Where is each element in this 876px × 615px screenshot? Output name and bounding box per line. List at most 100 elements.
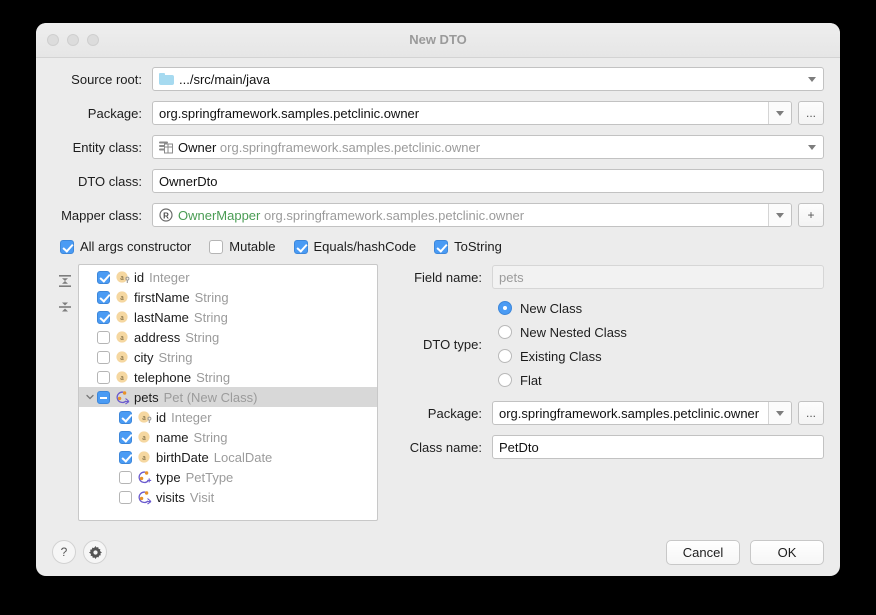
chevron-down-icon bbox=[808, 145, 816, 150]
gear-icon bbox=[89, 546, 102, 559]
tree-row[interactable]: aaddressString bbox=[79, 327, 377, 347]
tree-row-checkbox[interactable] bbox=[119, 491, 132, 504]
package-dropdown-arrow[interactable] bbox=[768, 102, 791, 124]
package-combo[interactable]: org.springframework.samples.petclinic.ow… bbox=[152, 101, 792, 125]
checkbox-all-args-constructor[interactable] bbox=[60, 240, 74, 254]
details-panel: Field name: pets DTO type: New Class New… bbox=[378, 264, 824, 521]
mapper-class-row: Mapper class: R OwnerMapper org.springfr… bbox=[52, 202, 824, 228]
chevron-down-icon bbox=[776, 213, 784, 218]
tree-row[interactable]: visitsVisit bbox=[79, 487, 377, 507]
mapper-class-dropdown-arrow[interactable] bbox=[768, 204, 791, 226]
tree-row-name: id bbox=[134, 270, 144, 285]
tree-row[interactable]: anameString bbox=[79, 427, 377, 447]
radio-indicator[interactable] bbox=[498, 325, 512, 339]
svg-text:a: a bbox=[120, 353, 124, 362]
minimize-button[interactable] bbox=[67, 34, 79, 46]
field-name-input: pets bbox=[492, 265, 824, 289]
option-tostring[interactable]: ToString bbox=[434, 239, 502, 254]
tree-row-type: Integer bbox=[171, 410, 211, 425]
radio-new-nested-class[interactable]: New Nested Class bbox=[498, 320, 824, 344]
window-controls bbox=[47, 34, 99, 46]
radio-existing-class[interactable]: Existing Class bbox=[498, 344, 824, 368]
class-name-input[interactable]: PetDto bbox=[492, 435, 824, 459]
tree-row-checkbox[interactable] bbox=[119, 451, 132, 464]
details-package-browse-button[interactable]: ... bbox=[798, 401, 824, 425]
tree-row-type: String bbox=[185, 330, 219, 345]
tree-row[interactable]: alastNameString bbox=[79, 307, 377, 327]
radio-flat[interactable]: Flat bbox=[498, 368, 824, 392]
checkbox-tostring[interactable] bbox=[434, 240, 448, 254]
radio-label: Flat bbox=[520, 373, 542, 388]
details-package-dropdown-arrow[interactable] bbox=[768, 402, 791, 424]
package-browse-button[interactable]: ... bbox=[798, 101, 824, 125]
tree-row[interactable]: aidInteger bbox=[79, 267, 377, 287]
svg-text:a: a bbox=[120, 273, 124, 282]
entity-class-package: org.springframework.samples.petclinic.ow… bbox=[220, 140, 480, 155]
tree-row-type: String bbox=[194, 310, 228, 325]
tree-row-checkbox[interactable] bbox=[97, 271, 110, 284]
tree-row-checkbox[interactable] bbox=[97, 391, 110, 404]
checkbox-equals-hashcode[interactable] bbox=[294, 240, 308, 254]
tree-row-checkbox[interactable] bbox=[97, 351, 110, 364]
tree-row[interactable]: petsPet (New Class) bbox=[79, 387, 377, 407]
details-package-label: Package: bbox=[392, 406, 492, 421]
entity-class-dropdown-arrow[interactable] bbox=[801, 136, 823, 158]
attribute-icon: a bbox=[115, 310, 131, 324]
tree-row[interactable]: typePetType bbox=[79, 467, 377, 487]
tree-row-type: Visit bbox=[190, 490, 214, 505]
radio-indicator[interactable] bbox=[498, 301, 512, 315]
mapper-add-button[interactable]: + bbox=[798, 203, 824, 227]
folder-icon bbox=[159, 73, 174, 85]
tree-row-type: Pet (New Class) bbox=[164, 390, 258, 405]
option-equals-hashcode[interactable]: Equals/hashCode bbox=[294, 239, 417, 254]
tree-row-type: String bbox=[196, 370, 230, 385]
title-bar: New DTO bbox=[36, 23, 840, 58]
source-root-combo[interactable]: .../src/main/java bbox=[152, 67, 824, 91]
tree-row-checkbox[interactable] bbox=[119, 431, 132, 444]
dialog-footer: ? Cancel OK bbox=[36, 528, 840, 576]
dto-class-input[interactable]: OwnerDto bbox=[152, 169, 824, 193]
tree-row-checkbox[interactable] bbox=[119, 411, 132, 424]
collapse-all-icon[interactable] bbox=[54, 296, 76, 318]
entity-class-combo[interactable]: Owner org.springframework.samples.petcli… bbox=[152, 135, 824, 159]
relation-many-icon bbox=[115, 390, 131, 404]
option-label: Mutable bbox=[229, 239, 275, 254]
radio-label: New Nested Class bbox=[520, 325, 627, 340]
source-root-row: Source root: .../src/main/java bbox=[52, 66, 824, 92]
tree-row-checkbox[interactable] bbox=[119, 471, 132, 484]
package-value: org.springframework.samples.petclinic.ow… bbox=[159, 106, 768, 121]
close-button[interactable] bbox=[47, 34, 59, 46]
tree-row[interactable]: aidInteger bbox=[79, 407, 377, 427]
tree-row[interactable]: acityString bbox=[79, 347, 377, 367]
option-all-args-constructor[interactable]: All args constructor bbox=[60, 239, 191, 254]
expand-toggle-icon[interactable] bbox=[83, 392, 97, 402]
source-root-dropdown-arrow[interactable] bbox=[801, 68, 823, 90]
radio-indicator[interactable] bbox=[498, 373, 512, 387]
fields-tree[interactable]: aidIntegerafirstNameStringalastNameStrin… bbox=[78, 264, 378, 521]
help-button[interactable]: ? bbox=[52, 540, 76, 564]
radio-indicator[interactable] bbox=[498, 349, 512, 363]
settings-button[interactable] bbox=[83, 540, 107, 564]
option-label: ToString bbox=[454, 239, 502, 254]
expand-all-icon[interactable] bbox=[54, 270, 76, 292]
tree-row[interactable]: atelephoneString bbox=[79, 367, 377, 387]
option-mutable[interactable]: Mutable bbox=[209, 239, 275, 254]
tree-row-checkbox[interactable] bbox=[97, 331, 110, 344]
tree-row-checkbox[interactable] bbox=[97, 311, 110, 324]
mapper-class-combo[interactable]: R OwnerMapper org.springframework.sample… bbox=[152, 203, 792, 227]
checkbox-mutable[interactable] bbox=[209, 240, 223, 254]
attribute-icon: a bbox=[115, 350, 131, 364]
mapper-class-name: OwnerMapper bbox=[178, 208, 260, 223]
class-name-label: Class name: bbox=[392, 440, 492, 455]
tree-row-checkbox[interactable] bbox=[97, 291, 110, 304]
chevron-down-icon bbox=[808, 77, 816, 82]
details-package-combo[interactable]: org.springframework.samples.petclinic.ow… bbox=[492, 401, 792, 425]
ok-button[interactable]: OK bbox=[750, 540, 824, 565]
tree-row[interactable]: abirthDateLocalDate bbox=[79, 447, 377, 467]
cancel-button[interactable]: Cancel bbox=[666, 540, 740, 565]
radio-new-class[interactable]: New Class bbox=[498, 296, 824, 320]
entity-class-row: Entity class: Owner org.springframew bbox=[52, 134, 824, 160]
tree-row-checkbox[interactable] bbox=[97, 371, 110, 384]
tree-row[interactable]: afirstNameString bbox=[79, 287, 377, 307]
maximize-button[interactable] bbox=[87, 34, 99, 46]
